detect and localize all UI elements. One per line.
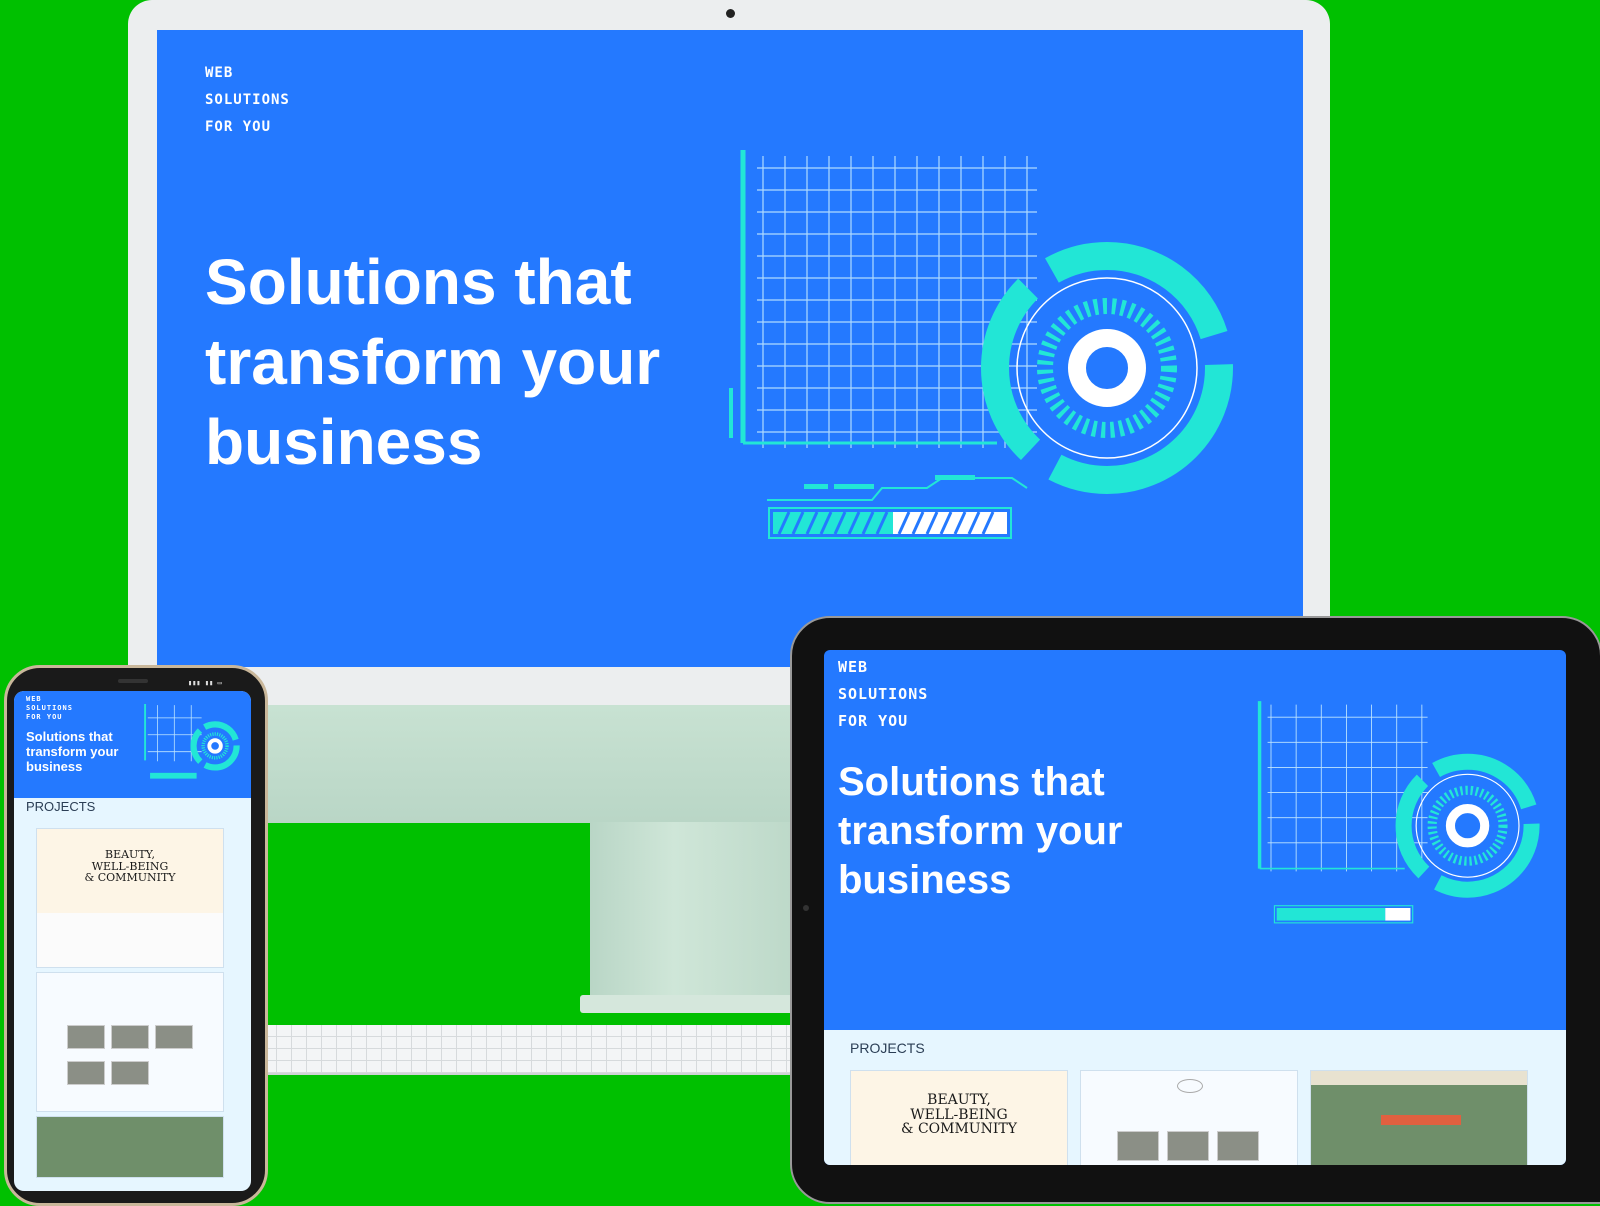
brand-line-3: FOR YOU [838, 712, 909, 730]
thumbnail-image [111, 1025, 149, 1049]
hero-title-line-1: Solutions that [205, 246, 632, 318]
project-card-restaurant[interactable] [36, 1116, 224, 1178]
status-bar-icons: ▮▮▮ ▮▮ ▭ [188, 679, 222, 687]
thumbnail-image [67, 1025, 105, 1049]
hero-illustration [729, 150, 1233, 539]
phone-hero: WEB SOLUTIONS FOR YOU Solutions that tra… [14, 691, 251, 798]
monitor-stand-upper [262, 705, 798, 823]
hero-illustration [144, 704, 240, 779]
brand-line-3: FOR YOU [26, 713, 63, 721]
brand-line-2: SOLUTIONS [838, 685, 929, 703]
hero-title: Solutions that transform your business [26, 729, 118, 774]
brand-logo[interactable]: WEB SOLUTIONS FOR YOU [26, 695, 73, 722]
monitor-stand-neck [590, 822, 800, 1002]
brand-line-1: WEB [838, 658, 869, 676]
project-card-title: BEAUTY, WELL-BEING & COMMUNITY [851, 1093, 1067, 1137]
brand-line-2: SOLUTIONS [205, 92, 290, 108]
thumbnail-image [67, 1061, 105, 1085]
hero-title-line-3: business [838, 858, 1012, 902]
hero-title-line-1: Solutions that [26, 729, 113, 744]
phone-screen: WEB SOLUTIONS FOR YOU Solutions that tra… [14, 691, 251, 1191]
banner-button [1381, 1115, 1461, 1125]
logo-icon [1177, 1079, 1203, 1093]
phone-speaker [118, 679, 148, 683]
target-icon [981, 242, 1233, 494]
thumbnail-image [155, 1025, 193, 1049]
desktop-screen: WEB SOLUTIONS FOR YOU Solutions that tra… [157, 30, 1303, 667]
hero-title-line-2: transform your [26, 744, 119, 759]
tablet-screen: WEB SOLUTIONS FOR YOU Solutions that tra… [824, 650, 1566, 1165]
project-card-beauty[interactable]: BEAUTY, WELL-BEING & COMMUNITY [36, 828, 224, 968]
card-header-strip [1311, 1071, 1527, 1085]
hero-illustration [1257, 701, 1540, 924]
projects-heading: PROJECTS [26, 799, 96, 814]
grid-frame [729, 150, 997, 445]
thumbnail-image [111, 1061, 149, 1085]
project-card-wedding[interactable] [36, 972, 224, 1112]
card-title-line-3: & COMMUNITY [901, 1121, 1017, 1138]
brand-line-2: SOLUTIONS [26, 704, 73, 712]
card-footer [37, 913, 223, 967]
project-card-restaurant[interactable] [1310, 1070, 1528, 1165]
monitor-stand-base [580, 995, 800, 1013]
tablet-camera-icon [803, 905, 809, 911]
keyboard [262, 1025, 802, 1073]
webcam-icon [726, 9, 735, 18]
brand-logo[interactable]: WEB SOLUTIONS FOR YOU [205, 60, 290, 141]
hero-title: Solutions that transform your business [205, 242, 660, 482]
card-title-line-2: WELL-BEING [910, 1106, 1008, 1123]
hero-title-line-2: transform your [205, 326, 661, 398]
project-card-wedding[interactable] [1080, 1070, 1298, 1165]
card-title-line-1: BEAUTY, [104, 848, 155, 861]
hero-title-line-3: business [26, 759, 83, 774]
hero-title-line-3: business [205, 406, 483, 478]
progress-bar-graphic [767, 475, 1028, 539]
projects-section: PROJECTS BEAUTY, WELL-BEING & COMMUNITY [824, 1030, 1566, 1165]
brand-line-3: FOR YOU [205, 119, 272, 135]
brand-logo[interactable]: WEB SOLUTIONS FOR YOU [838, 654, 928, 735]
projects-heading: PROJECTS [850, 1040, 925, 1056]
hero-title: Solutions that transform your business [838, 758, 1123, 905]
hero-title-line-1: Solutions that [838, 760, 1105, 804]
brand-line-1: WEB [205, 65, 234, 81]
thumbnail-image [1217, 1131, 1259, 1161]
hero-title-line-2: transform your [838, 809, 1123, 853]
project-card-title: BEAUTY, WELL-BEING & COMMUNITY [37, 849, 223, 884]
card-title-line-1: BEAUTY, [927, 1092, 991, 1108]
brand-line-1: WEB [26, 695, 42, 703]
thumbnail-image [1117, 1131, 1159, 1161]
card-title-line-3: & COMMUNITY [84, 871, 176, 885]
thumbnail-image [1167, 1131, 1209, 1161]
project-card-beauty[interactable]: BEAUTY, WELL-BEING & COMMUNITY [850, 1070, 1068, 1165]
